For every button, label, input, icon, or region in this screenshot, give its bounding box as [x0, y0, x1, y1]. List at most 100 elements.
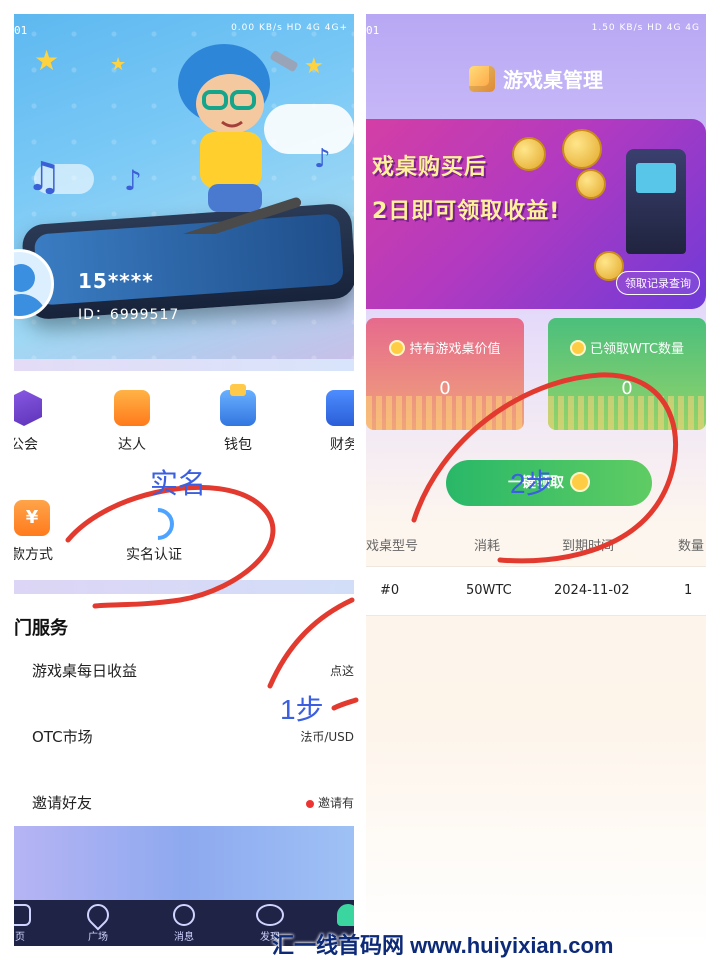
- status-bar: 01 0.00 KB/s HD 4G 4G+: [14, 14, 354, 48]
- service-label: 游戏桌每日收益: [32, 662, 138, 680]
- profile-hero-banner: ★ ★ ★ ♫ ♪ ♪ 15**** ID：6999517: [14, 14, 354, 359]
- claimed-wtc-card: 已领取WTC数量 0: [548, 318, 706, 430]
- star-icon: ★: [110, 54, 127, 75]
- column-header: 消耗: [474, 539, 501, 554]
- verify-icon: [136, 500, 172, 536]
- payment-method-shortcut[interactable]: ¥ 款方式: [14, 494, 72, 564]
- left-screenshot: ★ ★ ★ ♫ ♪ ♪ 15**** ID：6999517 01 0.00 KB…: [14, 14, 354, 946]
- bottom-gradient-banner: [14, 826, 354, 906]
- status-clock: 01: [366, 24, 380, 37]
- payment-method-label: 款方式: [14, 547, 53, 563]
- star-icon: ★: [34, 44, 60, 77]
- status-indicators: 0.00 KB/s HD 4G 4G+: [231, 23, 348, 33]
- location-pin-icon: [82, 899, 114, 931]
- cell-expiry: 2024-11-02: [554, 583, 630, 598]
- bottom-tab-bar: 页 广场 消息 发现: [14, 899, 354, 946]
- column-header: 戏桌型号: [366, 539, 419, 554]
- tab-discover[interactable]: 发现: [240, 904, 300, 943]
- music-note-icon: ♪: [124, 164, 142, 197]
- tab-label: 广场: [88, 932, 108, 943]
- guild-shortcut[interactable]: 公会: [14, 384, 64, 454]
- banner-headline: 戏桌购买后: [372, 155, 488, 180]
- status-bar: 01 1.50 KB/s HD 4G 4G: [366, 14, 706, 48]
- banner-subheadline: 2日即可领取收益!: [372, 199, 561, 224]
- service-item-invite-friends[interactable]: 邀请好友 邀请有: [14, 772, 354, 832]
- tab-profile[interactable]: [318, 904, 354, 928]
- cube-icon: [469, 66, 495, 92]
- home-icon: [14, 904, 31, 926]
- coin-icon: [562, 129, 602, 169]
- music-note-icon: ♪: [314, 144, 331, 174]
- stat-label-text: 持有游戏桌价值: [409, 342, 501, 357]
- column-header: 到期时间: [562, 539, 615, 554]
- profile-username: 15****: [78, 269, 154, 293]
- payment-icon: ¥: [14, 500, 50, 536]
- divider: [14, 580, 354, 594]
- page-title: 游戏桌管理: [366, 64, 706, 93]
- status-clock: 01: [14, 24, 28, 37]
- finance-shortcut[interactable]: 财务: [304, 384, 354, 454]
- coin-icon: [569, 340, 586, 356]
- page-title-text: 游戏桌管理: [503, 68, 603, 92]
- arcade-machine-icon: [626, 149, 686, 254]
- music-note-icon: ♫: [26, 154, 62, 200]
- finance-label: 财务: [330, 437, 354, 453]
- service-hint: 点这: [329, 664, 354, 678]
- coin-icon: [389, 340, 406, 356]
- claim-button-label: 一键领取: [508, 475, 564, 491]
- tab-label: 发现: [260, 932, 280, 943]
- wallet-icon: [220, 384, 256, 426]
- finance-icon: [326, 390, 354, 426]
- table-row[interactable]: #0 50WTC 2024-11-02 1: [366, 566, 706, 616]
- hot-services-title: 门服务: [14, 618, 68, 639]
- guild-label: 公会: [14, 437, 38, 453]
- service-hint: 法币/USD: [300, 730, 354, 744]
- one-click-claim-button[interactable]: 一键领取: [446, 460, 652, 506]
- promo-banner: 戏桌购买后 2日即可领取收益! 领取记录查询: [366, 119, 706, 309]
- status-indicators: 1.50 KB/s HD 4G 4G: [591, 23, 700, 33]
- stat-label: 已领取WTC数量: [548, 338, 706, 357]
- service-item-otc-market[interactable]: OTC市场 法币/USD: [14, 706, 354, 766]
- service-label: 邀请好友: [32, 794, 93, 812]
- table-header: 戏桌型号 消耗 到期时间 数量: [366, 529, 706, 559]
- trophy-icon: [114, 390, 150, 426]
- feature-icon-row: 公会 达人 钱包 财务: [14, 384, 354, 464]
- eye-icon: [256, 904, 284, 926]
- service-hint: 邀请有: [305, 794, 354, 811]
- tab-messages[interactable]: 消息: [154, 904, 214, 943]
- cell-model: #0: [380, 583, 400, 598]
- profile-user-id: ID：6999517: [78, 307, 180, 323]
- right-screenshot: 01 1.50 KB/s HD 4G 4G 游戏桌管理 戏桌购买后 2日即可领取…: [366, 14, 706, 946]
- notification-dot: [305, 799, 314, 808]
- held-desk-value-card: 持有游戏桌价值 0: [366, 318, 524, 430]
- tab-square[interactable]: 广场: [68, 899, 128, 943]
- wallet-shortcut[interactable]: 钱包: [198, 384, 278, 454]
- coin-icon: [576, 169, 606, 199]
- service-hint-text: 邀请有: [317, 796, 354, 810]
- city-skyline-decoration: [548, 396, 706, 430]
- city-skyline-decoration: [366, 396, 524, 430]
- expert-label: 达人: [118, 437, 146, 453]
- tab-label: 页: [15, 932, 25, 943]
- stat-label-text: 已领取WTC数量: [589, 342, 685, 357]
- wallet-label: 钱包: [224, 437, 252, 453]
- service-label: OTC市场: [32, 728, 93, 746]
- stat-label: 持有游戏桌价值: [366, 338, 524, 357]
- guild-icon: [14, 390, 42, 426]
- tab-label: 消息: [174, 932, 194, 943]
- skater-boy-illustration: [176, 44, 302, 234]
- claim-records-button[interactable]: 领取记录查询: [616, 271, 700, 295]
- expert-shortcut[interactable]: 达人: [92, 384, 172, 454]
- chat-bubble-icon: [173, 904, 195, 926]
- column-header: 数量: [678, 539, 705, 554]
- coin-icon: [570, 472, 590, 492]
- coin-icon: [512, 137, 546, 171]
- tab-home[interactable]: 页: [14, 904, 50, 943]
- divider: [14, 359, 354, 371]
- feature-icon-row-2: ¥ 款方式 实名认证: [14, 494, 354, 574]
- cell-quantity: 1: [684, 583, 693, 598]
- realname-verify-shortcut[interactable]: 实名认证: [104, 494, 204, 564]
- realname-verify-label: 实名认证: [126, 547, 182, 563]
- service-item-game-desk-income[interactable]: 游戏桌每日收益 点这: [14, 640, 354, 700]
- profile-icon: [337, 904, 354, 926]
